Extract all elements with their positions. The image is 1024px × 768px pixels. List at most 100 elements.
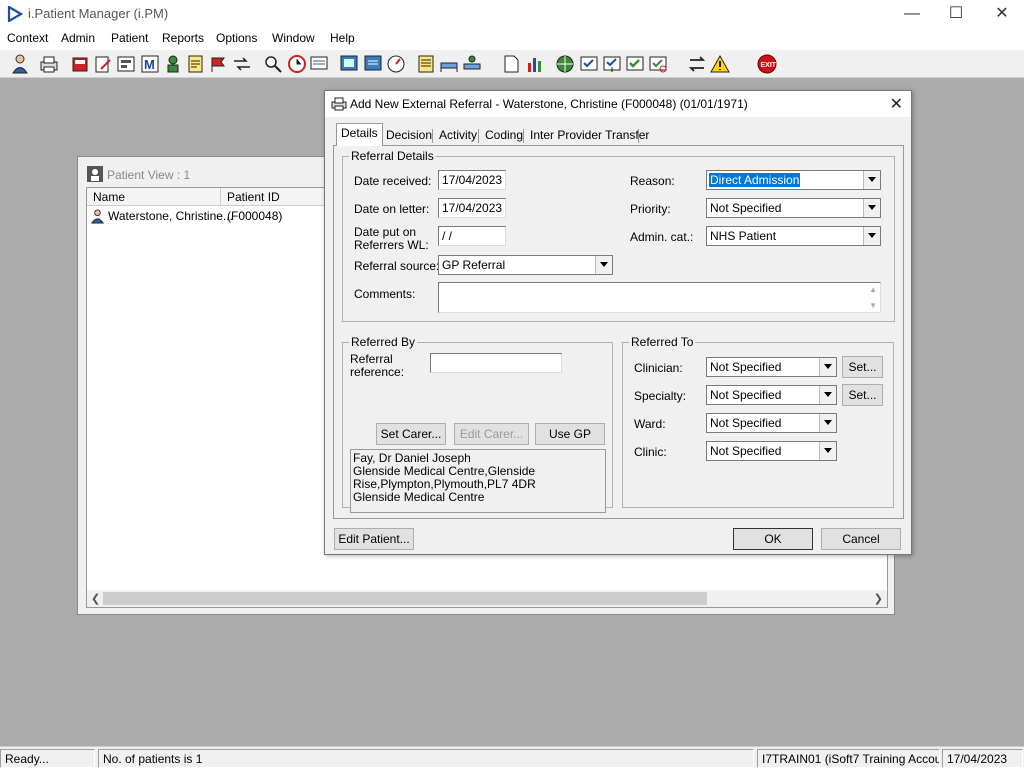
patient-icon[interactable] — [162, 53, 184, 75]
chevron-down-icon[interactable] — [819, 442, 836, 460]
comments-textarea[interactable]: ▲ ▼ — [438, 282, 881, 313]
search-icon[interactable] — [262, 53, 284, 75]
dialog-printer-icon — [331, 97, 347, 111]
person-icon[interactable] — [9, 53, 31, 75]
referral-reference-field[interactable] — [430, 353, 562, 373]
globe-icon[interactable] — [554, 53, 576, 75]
tab-inter-provider-transfer[interactable]: Inter Provider Transfer — [525, 125, 654, 145]
swap-arrows-icon[interactable] — [686, 53, 708, 75]
clock-icon[interactable] — [286, 53, 308, 75]
menu-context[interactable]: Context — [7, 31, 48, 45]
cancel-button[interactable]: Cancel — [821, 528, 901, 550]
screen-icon[interactable] — [338, 53, 360, 75]
set-carer-button[interactable]: Set Carer... — [376, 423, 446, 445]
menu-window[interactable]: Window — [272, 31, 315, 45]
minimize-button[interactable]: — — [890, 3, 934, 25]
edit-carer-button[interactable]: Edit Carer... — [454, 423, 529, 445]
clinician-value: Not Specified — [710, 360, 782, 374]
scroll-down-icon[interactable]: ▼ — [869, 301, 877, 310]
menu-help[interactable]: Help — [330, 31, 355, 45]
bed-icon[interactable] — [438, 53, 460, 75]
date-received-field[interactable]: 17/04/2023 — [438, 170, 506, 190]
date-on-letter-field[interactable]: 17/04/2023 — [438, 198, 506, 218]
priority-dropdown[interactable]: Not Specified — [706, 198, 881, 218]
edit-patient-button[interactable]: Edit Patient... — [334, 528, 414, 550]
referral-source-dropdown[interactable]: GP Referral — [438, 255, 613, 275]
checklist-refresh-icon[interactable] — [647, 53, 669, 75]
app-title-bar: i.Patient Manager (i.PM) — ☐ ✕ — [0, 0, 1024, 28]
printer-icon[interactable] — [38, 53, 60, 75]
chevron-down-icon[interactable] — [863, 199, 880, 217]
patient-bed-icon[interactable] — [461, 53, 483, 75]
chevron-down-icon[interactable] — [819, 414, 836, 432]
scroll-up-icon[interactable]: ▲ — [869, 285, 877, 294]
date-received-label: Date received: — [354, 174, 432, 188]
column-header-patient-id[interactable]: Patient ID — [221, 188, 331, 206]
notes-icon[interactable] — [185, 53, 207, 75]
chevron-down-icon[interactable] — [863, 227, 880, 245]
tab-separator — [523, 129, 524, 143]
menu-reports[interactable]: Reports — [162, 31, 204, 45]
menu-options[interactable]: Options — [216, 31, 257, 45]
checklist-icon[interactable] — [578, 53, 600, 75]
chevron-down-icon[interactable] — [819, 386, 836, 404]
menu-admin[interactable]: Admin — [61, 31, 95, 45]
referred-to-group: Referred To Clinician: Not Specified Set… — [622, 335, 894, 508]
exit-icon[interactable]: EXIT — [756, 53, 778, 75]
add-external-referral-dialog: Add New External Referral - Waterstone, … — [324, 90, 912, 555]
chevron-down-icon[interactable] — [819, 358, 836, 376]
set-clinician-button[interactable]: Set... — [842, 356, 883, 378]
patient-view-icon — [87, 166, 103, 182]
tab-activity[interactable]: Activity — [434, 125, 482, 145]
patient-row-icon — [90, 209, 105, 224]
scroll-left-icon[interactable]: ❮ — [91, 592, 100, 605]
letter-m-icon[interactable]: M — [139, 53, 161, 75]
chevron-down-icon[interactable] — [863, 171, 880, 189]
use-gp-button[interactable]: Use GP — [535, 423, 605, 445]
patient-view-title: Patient View : 1 — [107, 168, 191, 182]
close-button[interactable]: ✕ — [980, 3, 1024, 25]
tab-separator — [478, 129, 479, 143]
gauge-icon[interactable] — [385, 53, 407, 75]
document-edit-icon[interactable] — [92, 53, 114, 75]
column-header-name[interactable]: Name — [87, 188, 221, 206]
set-specialty-button[interactable]: Set... — [842, 384, 883, 406]
date-put-on-referrers-wl-field[interactable]: / / — [438, 226, 506, 246]
specialty-dropdown[interactable]: Not Specified — [706, 385, 837, 405]
ok-button[interactable]: OK — [733, 528, 813, 550]
patient-id-cell: (F000048) — [227, 209, 283, 223]
tab-separator — [638, 129, 639, 143]
warning-icon[interactable] — [709, 53, 731, 75]
book-icon[interactable] — [69, 53, 91, 75]
scroll-right-icon[interactable]: ❯ — [874, 592, 883, 605]
admin-cat-dropdown[interactable]: NHS Patient — [706, 226, 881, 246]
tab-details[interactable]: Details — [336, 123, 383, 146]
clinic-dropdown[interactable]: Not Specified — [706, 441, 837, 461]
clinician-dropdown[interactable]: Not Specified — [706, 357, 837, 377]
ward-dropdown[interactable]: Not Specified — [706, 413, 837, 433]
report-icon[interactable] — [115, 53, 137, 75]
maximize-button[interactable]: ☐ — [934, 3, 978, 25]
chevron-down-icon[interactable] — [595, 256, 612, 274]
menu-patient[interactable]: Patient — [111, 31, 148, 45]
reason-dropdown[interactable]: Direct Admission — [706, 170, 881, 190]
referral-source-label: Referral source: — [354, 259, 440, 273]
flag-icon[interactable] — [208, 53, 230, 75]
dialog-title-bar: Add New External Referral - Waterstone, … — [325, 91, 911, 117]
monitor-icon[interactable] — [308, 53, 330, 75]
list-icon[interactable] — [415, 53, 437, 75]
tab-decision[interactable]: Decision — [381, 125, 437, 145]
dialog-close-icon[interactable]: ✕ — [890, 94, 903, 114]
blank-page-icon[interactable] — [500, 53, 522, 75]
patient-name-cell: Waterstone, Christine... — [108, 209, 233, 223]
screen-alt-icon[interactable] — [362, 53, 384, 75]
checklist-green-icon[interactable] — [624, 53, 646, 75]
transfer-icon[interactable] — [231, 53, 253, 75]
tab-coding[interactable]: Coding — [480, 125, 528, 145]
date-put-on-label-line-1: Date put on — [354, 225, 417, 239]
scrollbar-thumb[interactable] — [103, 592, 707, 605]
bar-chart-icon[interactable] — [524, 53, 546, 75]
horizontal-scrollbar[interactable]: ❮ ❯ — [87, 590, 887, 607]
checklist-down-icon[interactable] — [601, 53, 623, 75]
clinic-label: Clinic: — [634, 445, 667, 459]
